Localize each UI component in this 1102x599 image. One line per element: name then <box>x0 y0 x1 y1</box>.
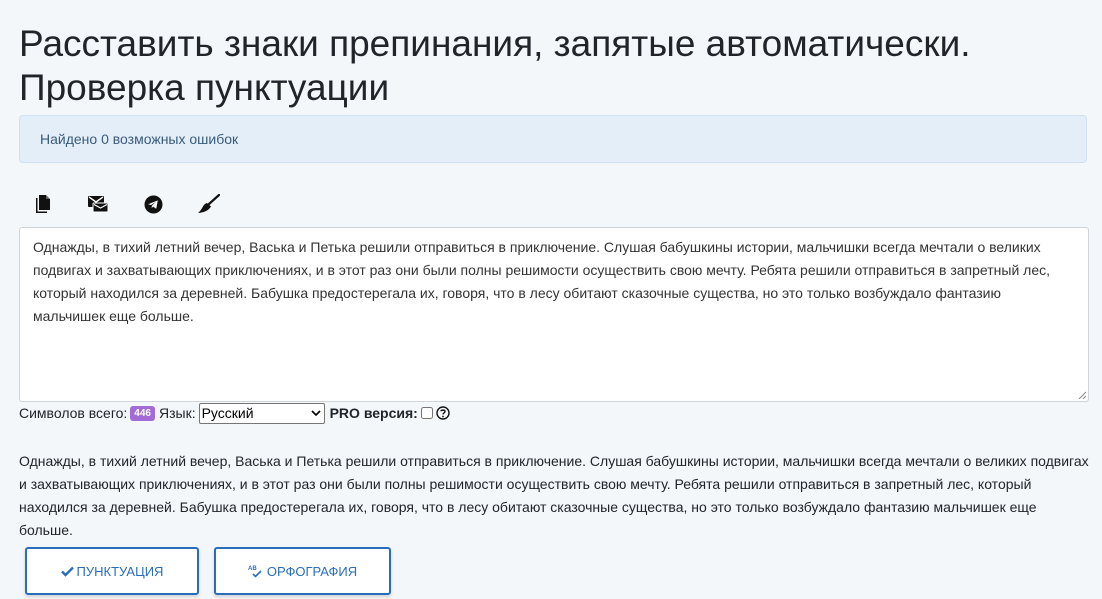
punctuation-button-label: ПУНКТУАЦИЯ <box>76 563 164 579</box>
punctuation-button[interactable]: ПУНКТУАЦИЯ <box>25 547 199 595</box>
chars-count-badge: 446 <box>130 405 155 421</box>
resize-grip-icon[interactable] <box>1078 391 1086 399</box>
editor-toolbar <box>26 188 246 220</box>
telegram-icon <box>144 195 162 213</box>
result-text: Однажды, в тихий летний вечер, Васька и … <box>19 453 1089 538</box>
status-row: Символов всего: 446 Язык: Русский PRO ве… <box>19 402 450 424</box>
telegram-button[interactable] <box>136 188 170 220</box>
clear-button[interactable] <box>191 188 225 220</box>
copy-button[interactable] <box>26 188 60 220</box>
page-title: Расставить знаки препинания, запятые авт… <box>19 23 971 108</box>
check-icon <box>60 566 74 577</box>
input-text: Однажды, в тихий летний вечер, Васька и … <box>33 239 1050 324</box>
pro-version-checkbox[interactable] <box>420 407 433 419</box>
spellcheck-icon: AB <box>248 564 264 578</box>
help-button[interactable] <box>436 406 450 420</box>
pro-version-label: PRO версия: <box>329 405 418 421</box>
chars-label: Символов всего: <box>19 405 128 421</box>
errors-found-alert: Найдено 0 возможных ошибок <box>19 115 1087 163</box>
language-label: Язык: <box>158 405 196 421</box>
language-select[interactable]: Русский <box>198 402 325 424</box>
spelling-button[interactable]: AB ОРФОГРАФИЯ <box>214 547 391 595</box>
spelling-button-label: ОРФОГРАФИЯ <box>266 563 358 579</box>
svg-text:AB: AB <box>248 566 257 572</box>
email-button[interactable] <box>81 188 115 220</box>
mail-icon <box>88 196 109 213</box>
clear-brush-icon <box>198 194 220 213</box>
copy-icon <box>36 194 50 213</box>
question-circle-icon <box>436 406 450 420</box>
text-input-area[interactable]: Однажды, в тихий летний вечер, Васька и … <box>19 227 1089 402</box>
